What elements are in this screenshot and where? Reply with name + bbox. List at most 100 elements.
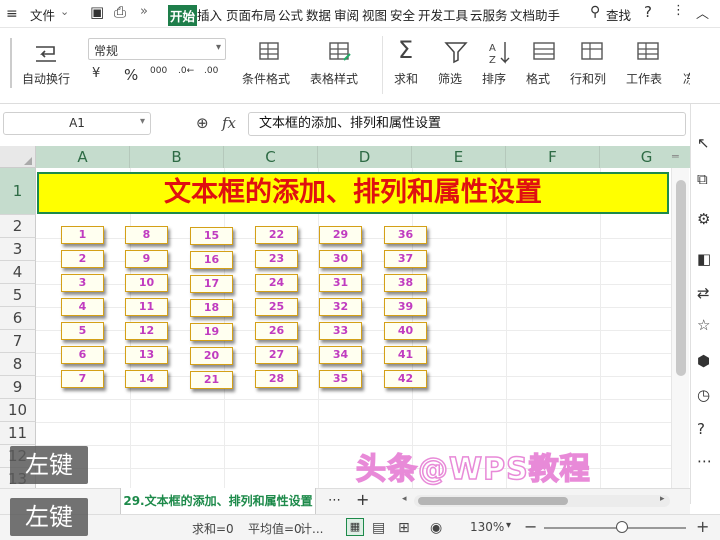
row-split-icon[interactable]: ═	[672, 150, 679, 163]
select-all-corner[interactable]	[0, 146, 36, 168]
tab-page-layout[interactable]: 页面布局	[226, 5, 276, 24]
textbox[interactable]: 31	[319, 274, 362, 292]
textbox[interactable]: 9	[125, 250, 168, 268]
textbox[interactable]: 27	[255, 346, 298, 364]
textbox[interactable]: 2	[61, 250, 104, 268]
sort-button[interactable]: 排序	[482, 70, 506, 87]
tab-developer[interactable]: 开发工具	[418, 5, 468, 24]
wrap-text-icon[interactable]	[32, 40, 60, 68]
textbox[interactable]: 6	[61, 346, 104, 364]
column-header-c[interactable]: C	[224, 146, 318, 168]
textbox[interactable]: 10	[125, 274, 168, 292]
search-icon[interactable]: ⚲	[590, 4, 600, 20]
textbox[interactable]: 1	[61, 226, 104, 244]
more-dots-icon[interactable]: ⋯	[697, 452, 715, 470]
textbox[interactable]: 13	[125, 346, 168, 364]
currency-icon[interactable]: ¥	[92, 66, 100, 81]
chevron-down-icon[interactable]: ▾	[140, 116, 145, 127]
textbox[interactable]: 42	[384, 370, 427, 388]
search-button[interactable]: 查找	[606, 5, 631, 24]
decrease-decimal-icon[interactable]: .00	[204, 66, 218, 76]
filter-icon[interactable]	[442, 38, 470, 66]
textbox[interactable]: 35	[319, 370, 362, 388]
freeze-button[interactable]: 冻结	[683, 70, 690, 87]
rows-columns-icon[interactable]	[578, 38, 606, 66]
row-header-3[interactable]: 3	[0, 238, 36, 261]
zoom-in-icon[interactable]: +	[696, 517, 709, 536]
row-header-5[interactable]: 5	[0, 284, 36, 307]
column-header-d[interactable]: D	[318, 146, 412, 168]
column-header-b[interactable]: B	[130, 146, 224, 168]
textbox[interactable]: 14	[125, 370, 168, 388]
normal-view-icon[interactable]: ▦	[346, 518, 364, 536]
worksheet-icon[interactable]	[634, 38, 662, 66]
textbox[interactable]: 30	[319, 250, 362, 268]
name-box[interactable]: A1	[3, 112, 151, 135]
row-header-9[interactable]: 9	[0, 376, 36, 399]
row-header-8[interactable]: 8	[0, 353, 36, 376]
help-icon[interactable]: ?	[644, 3, 652, 21]
page-break-icon[interactable]: ⊞	[398, 520, 410, 536]
title-cell[interactable]: 文本框的添加、排列和属性设置	[37, 172, 669, 214]
page-layout-icon[interactable]: ▤	[372, 520, 385, 536]
backup-icon[interactable]: ⬢	[697, 352, 715, 370]
textbox[interactable]: 18	[190, 299, 233, 317]
save-icon[interactable]: ▣	[90, 3, 104, 21]
row-header-1[interactable]: 1	[0, 168, 36, 215]
reading-mode-icon[interactable]: ◉	[430, 520, 442, 536]
chevron-up-icon[interactable]: ︿	[696, 3, 709, 22]
tab-insert[interactable]: 插入	[197, 5, 222, 24]
more-icon[interactable]: »	[140, 4, 148, 19]
textbox[interactable]: 37	[384, 250, 427, 268]
textbox[interactable]: 20	[190, 347, 233, 365]
properties-icon[interactable]: ⚙	[697, 210, 715, 228]
number-format-dropdown[interactable]: 常规 ▾	[88, 38, 226, 60]
textbox[interactable]: 21	[190, 371, 233, 389]
table-style-icon[interactable]	[326, 38, 354, 66]
format-icon[interactable]	[530, 38, 558, 66]
textbox[interactable]: 41	[384, 346, 427, 364]
conditional-format-icon[interactable]	[256, 38, 284, 66]
scroll-thumb[interactable]	[676, 180, 686, 376]
textbox[interactable]: 3	[61, 274, 104, 292]
chevron-down-icon[interactable]: ⌄	[60, 5, 69, 18]
add-sheet-icon[interactable]: +	[356, 490, 369, 509]
format-button[interactable]: 格式	[526, 70, 550, 87]
textbox[interactable]: 17	[190, 275, 233, 293]
textbox[interactable]: 22	[255, 226, 298, 244]
column-header-a[interactable]: A	[36, 146, 130, 168]
textbox[interactable]: 38	[384, 274, 427, 292]
horizontal-scroll-thumb[interactable]	[418, 497, 568, 505]
textbox[interactable]: 4	[61, 298, 104, 316]
textbox[interactable]: 29	[319, 226, 362, 244]
history-icon[interactable]: ◷	[697, 386, 715, 404]
textbox[interactable]: 24	[255, 274, 298, 292]
table-style-button[interactable]: 表格样式	[310, 70, 358, 87]
help-circle-icon[interactable]: ?	[697, 420, 715, 438]
menu-icon[interactable]: ≡	[6, 6, 18, 22]
textbox[interactable]: 16	[190, 251, 233, 269]
star-icon[interactable]: ☆	[697, 316, 715, 334]
tab-cloud[interactable]: 云服务	[470, 5, 508, 24]
tab-security[interactable]: 安全	[390, 5, 415, 24]
zoom-level[interactable]: 130%	[470, 520, 504, 534]
sheet-tab-active[interactable]: 29.文本框的添加、排列和属性设置	[120, 488, 316, 514]
tab-doc-assistant[interactable]: 文档助手	[510, 5, 560, 24]
textbox[interactable]: 32	[319, 298, 362, 316]
shapes-icon[interactable]: ⧉	[697, 170, 715, 188]
file-menu[interactable]: 文件	[30, 5, 55, 24]
textbox[interactable]: 12	[125, 322, 168, 340]
row-header-2[interactable]: 2	[0, 215, 36, 238]
textbox[interactable]: 19	[190, 323, 233, 341]
row-header-7[interactable]: 7	[0, 330, 36, 353]
transfer-icon[interactable]: ⇄	[697, 284, 715, 302]
more-sheets-icon[interactable]: ⋯	[328, 493, 341, 508]
zoom-slider[interactable]	[544, 527, 686, 529]
percent-icon[interactable]: %	[124, 66, 138, 84]
textbox[interactable]: 26	[255, 322, 298, 340]
zoom-slider-handle[interactable]	[616, 521, 628, 533]
column-header-f[interactable]: F	[506, 146, 600, 168]
print-icon[interactable]: ⎙	[114, 3, 126, 21]
tab-data[interactable]: 数据	[306, 5, 331, 24]
worksheet-button[interactable]: 工作表	[626, 70, 662, 87]
